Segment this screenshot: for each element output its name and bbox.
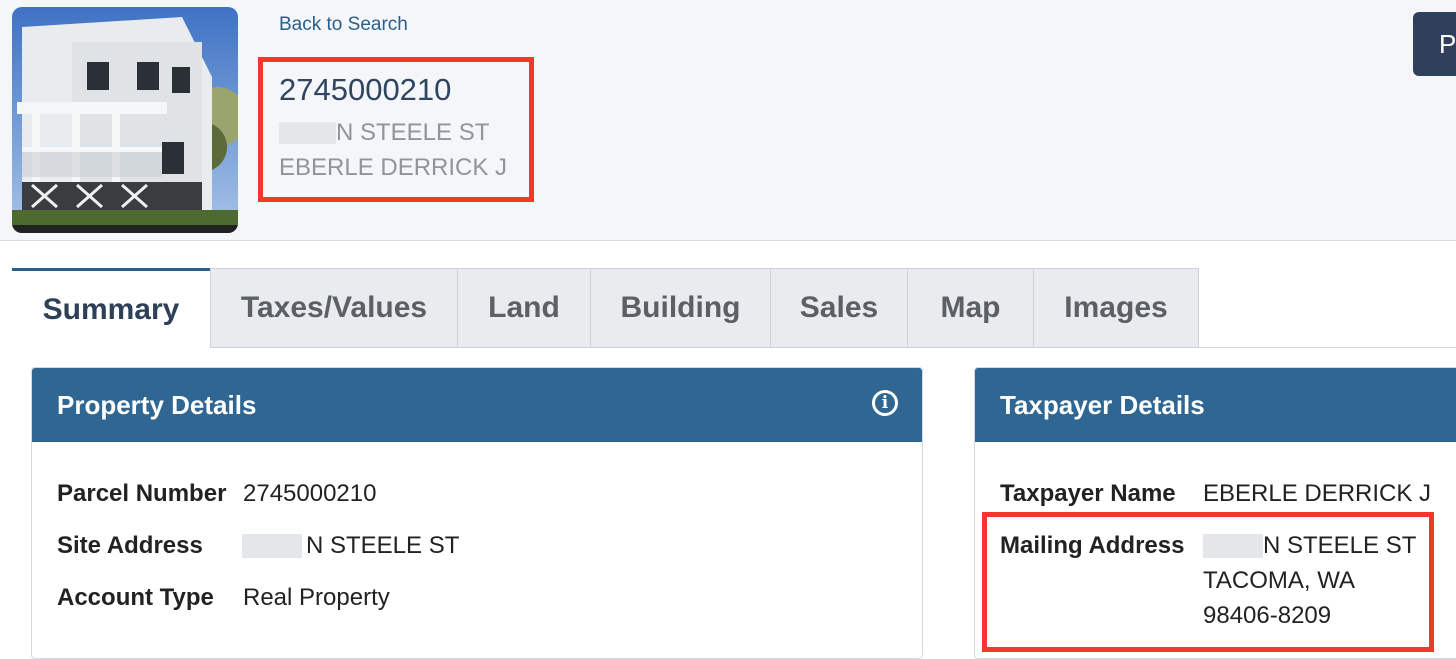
taxpayer-name-value: EBERLE DERRICK J [1203, 480, 1432, 507]
taxpayer-details-title: Taxpayer Details [1000, 389, 1205, 420]
print-button[interactable]: P [1413, 12, 1456, 76]
property-details-title: Property Details [57, 389, 257, 420]
parcel-number-value: 2745000210 [243, 480, 377, 507]
tab-land[interactable]: Land [458, 268, 591, 348]
tab-building[interactable]: Building [591, 268, 771, 348]
account-type-value: Real Property [243, 584, 390, 611]
parcel-number-heading: 2745000210 [279, 72, 452, 107]
site-address-value: N STEELE ST [242, 532, 459, 560]
property-details-panel: Property Details i Parcel Number 2745000… [31, 367, 923, 659]
highlight-box-mailing [982, 512, 1434, 652]
owner-heading: EBERLE DERRICK J [279, 154, 508, 181]
info-icon[interactable]: i [872, 390, 898, 416]
tab-summary[interactable]: Summary [12, 268, 210, 348]
tab-sales[interactable]: Sales [771, 268, 908, 348]
tab-baseline [1198, 347, 1456, 348]
tab-bar: Summary Taxes/Values Land Building Sales… [12, 268, 1199, 348]
tab-taxes-values[interactable]: Taxes/Values [210, 268, 458, 348]
house-photo[interactable] [12, 7, 238, 233]
back-to-search-link[interactable]: Back to Search [279, 14, 408, 36]
taxpayer-details-header: Taxpayer Details [975, 368, 1456, 442]
property-details-header: Property Details i [32, 368, 922, 442]
redacted-house-number [279, 122, 336, 144]
redacted-house-number [242, 534, 302, 558]
parcel-header: Back to Search 2745000210 N STEELE ST EB… [0, 0, 1456, 241]
parcel-number-label: Parcel Number [57, 480, 227, 507]
tab-images[interactable]: Images [1034, 268, 1199, 348]
site-address-heading: N STEELE ST [279, 119, 489, 147]
site-address-text: N STEELE ST [336, 119, 490, 146]
tab-map[interactable]: Map [908, 268, 1034, 348]
account-type-label: Account Type [57, 584, 214, 611]
site-address-value-text: N STEELE ST [306, 532, 460, 559]
site-address-label: Site Address [57, 532, 203, 559]
taxpayer-name-label: Taxpayer Name [1000, 480, 1176, 507]
